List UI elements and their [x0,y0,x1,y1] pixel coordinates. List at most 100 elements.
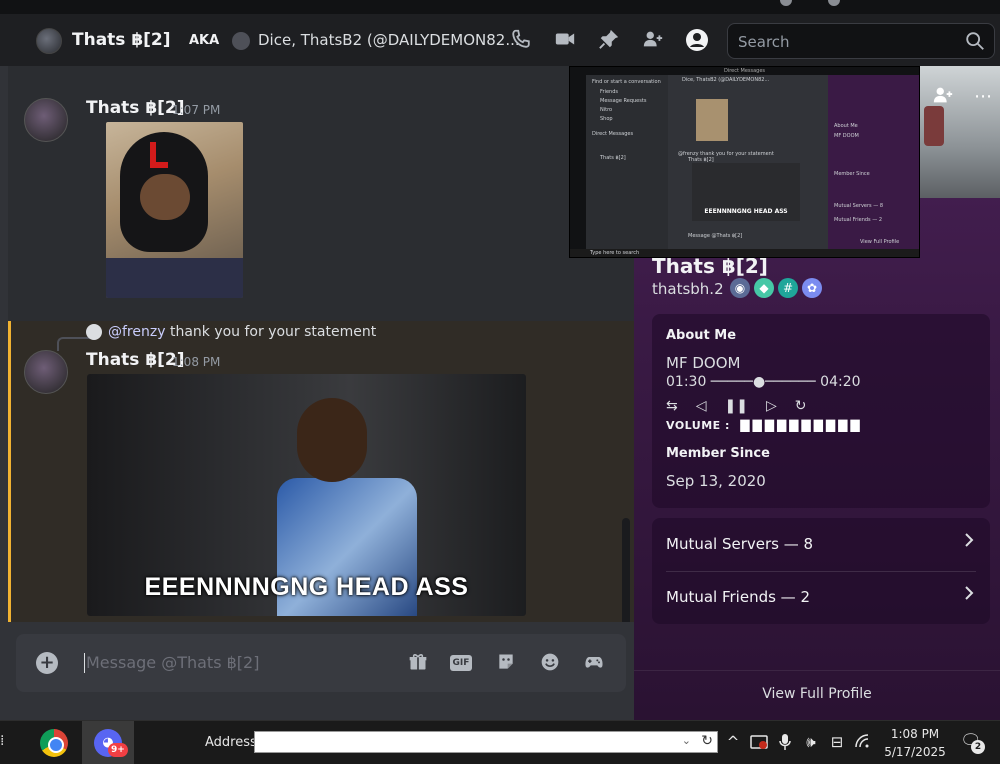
message-timestamp: 1:07 PM [172,103,221,117]
chevron-down-icon[interactable]: ⌄ [682,734,691,747]
boost-badge-icon[interactable]: ✿ [802,278,822,298]
header-title[interactable]: Thats ฿[2] [72,30,171,50]
thumb-nav-friends: Friends [600,89,618,95]
repeat-glyph: ↻ [794,398,807,414]
face-shape [140,174,190,220]
hypesquad-badge-icon[interactable]: ◉ [730,278,750,298]
thumb-dm-heading: Direct Messages [592,131,634,137]
thumb-profile [828,75,919,251]
message-input[interactable]: + Message @Thats ฿[2] GIF [16,634,626,692]
network-device-icon[interactable]: ⊟ [826,733,848,753]
thumb-dm-item: Thats ฿[2] [600,155,626,161]
group-avatar[interactable] [36,28,62,54]
gif-attachment[interactable]: EEENNNNGNG HEAD ASS [87,374,526,616]
pause-glyph: ❚❚ [724,398,748,414]
message-list[interactable]: Thats ฿[2] 1:07 PM @frenzy thank you for… [0,66,634,622]
emoji-icon[interactable] [538,652,562,674]
image-attachment[interactable] [106,122,243,298]
wifi-icon[interactable] [852,733,874,753]
chat-scrollbar[interactable] [622,518,630,622]
about-me-card: About Me MF DOOM 01:30 ─────●────── 04:2… [652,314,990,508]
thumb-image [696,99,728,141]
video-call-icon[interactable] [552,28,578,54]
thumb-friends: Mutual Friends — 2 [834,217,882,223]
reply-preview[interactable]: @frenzy thank you for your statement [108,324,376,340]
mutual-servers-row[interactable]: Mutual Servers — 8 [652,518,990,571]
nitro-badge-icon[interactable]: ◆ [754,278,774,298]
gif-icon[interactable]: GIF [450,655,472,671]
aka-avatar [232,32,250,50]
thumb-title: Direct Messages [570,67,919,75]
user-profile-icon[interactable] [684,28,710,54]
member-since-date: Sep 13, 2020 [666,472,766,490]
view-full-profile-button[interactable]: View Full Profile [634,670,1000,720]
thumb-header: Dice, ThatsB2 (@DAILYDEMON82... [682,77,770,83]
clock-time: 1:08 PM [890,727,940,741]
volume-label: VOLUME : [666,419,730,432]
shirt-shape [106,258,243,298]
about-me-progress: 01:30 ─────●────── 04:20 [666,374,861,390]
add-member-icon[interactable] [640,28,666,54]
sticker-icon[interactable] [494,652,518,674]
screenshot-thumbnail[interactable]: Direct Messages Find or start a conversa… [569,66,920,258]
mutual-servers-label: Mutual Servers — 8 [666,535,814,553]
add-friend-icon[interactable] [930,84,956,110]
pin-icon[interactable] [596,28,622,54]
gift-icon[interactable] [406,652,430,674]
chrome-icon[interactable] [40,729,68,757]
thumb-search: Type here to search [590,250,640,256]
taskbar-edge-icon[interactable]: ⁞ [0,733,6,753]
reply-content: thank you for your statement [169,324,377,340]
thumb-nav-requests: Message Requests [600,98,647,104]
aka-label: AKA [189,33,220,48]
phone-call-icon[interactable] [508,28,534,54]
thumb-server-rail [570,75,586,251]
search-input[interactable]: Search [727,23,995,59]
refresh-icon[interactable]: ↻ [701,733,713,749]
previous-glyph: ◁ [695,398,707,414]
notification-center-icon[interactable]: 🗨 2 [960,731,985,755]
notification-count: 2 [971,740,985,754]
thumb-find: Find or start a conversation [592,79,661,85]
thumb-view: View Full Profile [860,239,900,245]
message-author[interactable]: Thats ฿[2] [86,98,185,118]
thumb-doom: MF DOOM [834,133,859,139]
aka-names[interactable]: Dice, ThatsB2 (@DAILYDEMON82... [258,31,520,49]
mutual-friends-row[interactable]: Mutual Friends — 2 [652,571,990,624]
search-placeholder: Search [738,33,790,51]
thumb-composer: Message @Thats ฿[2] [688,233,743,239]
about-me-line: MF DOOM [666,354,741,372]
discord-window: Thats ฿[2] AKA Dice, ThatsB2 (@DAILYDEMO… [0,0,1000,764]
security-icon[interactable] [748,733,770,753]
reply-avatar [86,324,102,340]
chevron-right-icon [962,532,976,553]
message-author[interactable]: Thats ฿[2] [86,350,185,370]
chevron-up-icon[interactable]: ^ [722,733,744,753]
avatar[interactable] [24,350,68,394]
thumb-gif: EEENNNNGNG HEAD ASS [692,163,800,221]
about-me-heading: About Me [666,328,737,343]
address-input[interactable]: ⌄ ↻ [254,731,718,753]
microphone-icon[interactable] [774,733,796,753]
thumb-about: About Me [834,123,858,129]
volume-icon[interactable]: 🕪 [800,733,822,753]
thumb-servers: Mutual Servers — 8 [834,203,884,209]
message-placeholder: Message @Thats ฿[2] [83,653,260,673]
next-glyph: ▷ [765,398,777,414]
discord-badge: 9+ [108,743,128,757]
hashtag-badge-icon[interactable]: # [778,278,798,298]
avatar[interactable] [24,98,68,142]
thumb-nav-nitro: Nitro [600,107,613,113]
reply-mention[interactable]: @frenzy [108,324,166,340]
gif-caption: EEENNNNGNG HEAD ASS [144,573,469,601]
more-options-icon[interactable]: ⋯ [970,84,996,110]
thumb-taskbar: Type here to search [570,249,919,257]
attach-plus-icon[interactable]: + [36,652,58,674]
title-bar [0,0,1000,14]
thumb-nav-shop: Shop [600,116,613,122]
profile-username: thatsbh.2 [652,280,724,298]
message-timestamp: 1:08 PM [172,355,221,369]
activity-icon[interactable] [582,652,606,674]
chevron-right-icon [962,585,976,606]
system-clock[interactable]: 1:08 PM 5/17/2025 [880,725,950,761]
